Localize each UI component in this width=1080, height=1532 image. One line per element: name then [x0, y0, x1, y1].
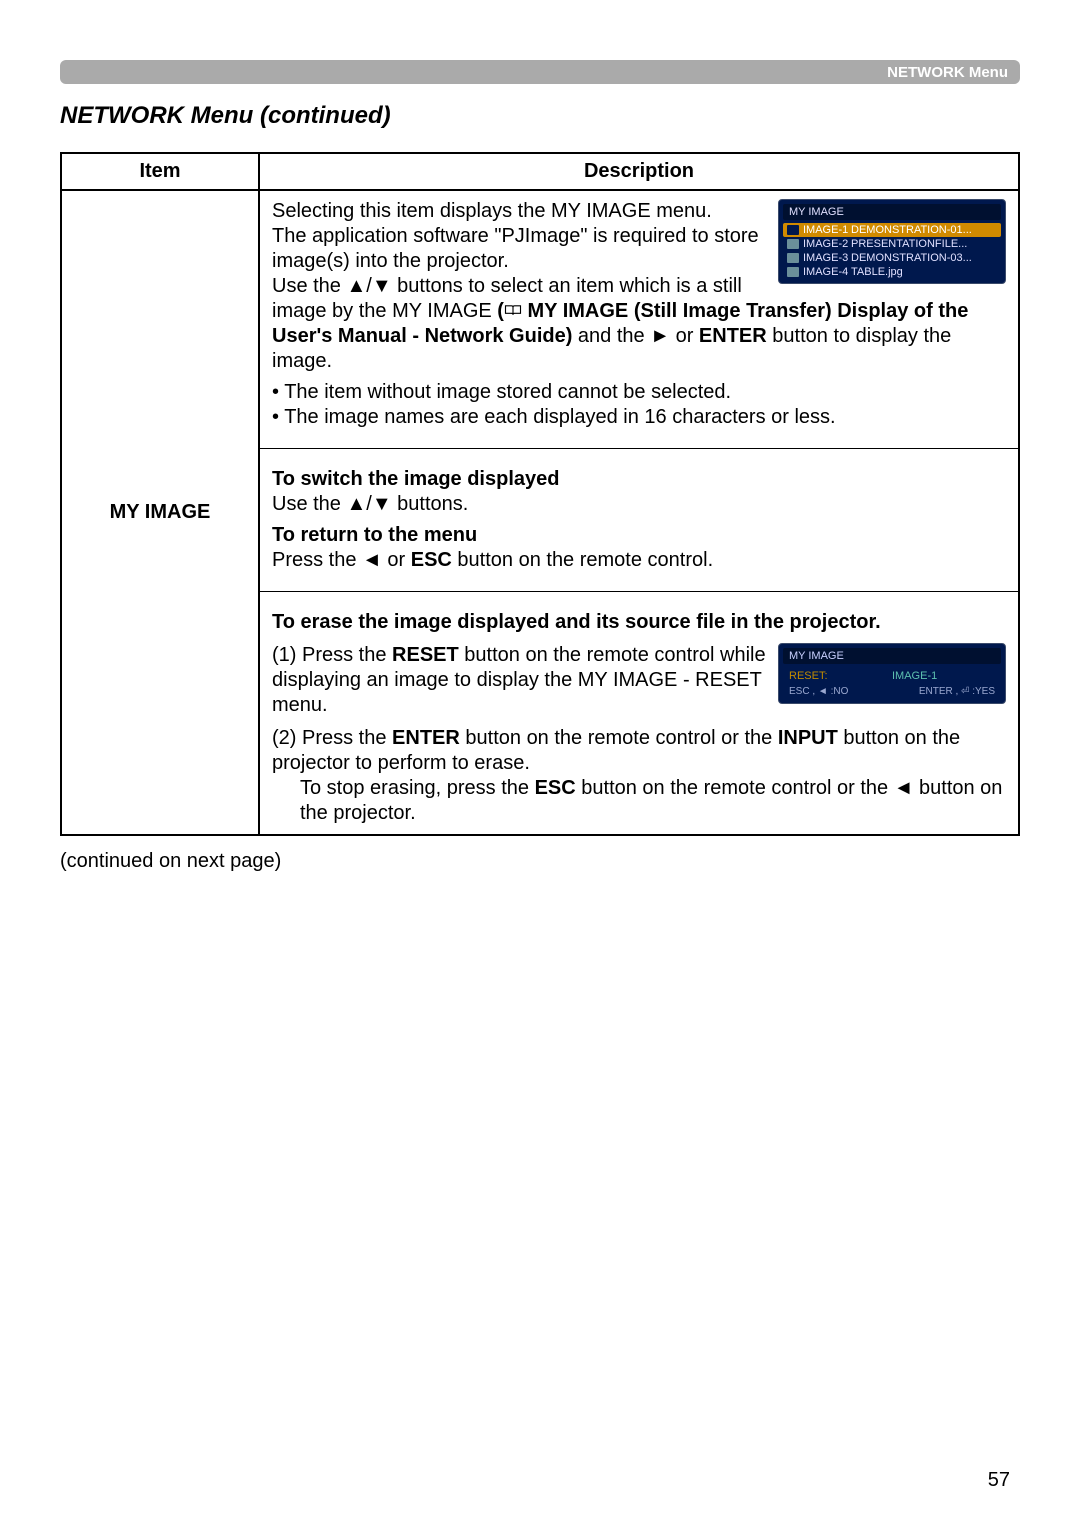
osd-row-left: IMAGE-4 — [803, 266, 848, 278]
description-cell: MY IMAGE IMAGE-1DEMONSTRATION-01...IMAGE… — [259, 190, 1019, 835]
osd-row-2: IMAGE-2PRESENTATIONFILE... — [783, 237, 1001, 251]
s2c: button on the remote control or the — [460, 727, 778, 749]
s2b: ENTER — [392, 727, 460, 749]
osd-reset-menu: MY IMAGE RESET: IMAGE-1 ESC , ◄ :NO ENTE… — [778, 643, 1006, 704]
separator-1 — [260, 448, 1018, 449]
s2f: To stop erasing, press the — [300, 777, 535, 799]
h2c: button on the remote control. — [452, 549, 713, 571]
h2b: ESC — [411, 549, 452, 571]
h2a: Press the ◄ or — [272, 549, 411, 571]
step-1: MY IMAGE RESET: IMAGE-1 ESC , ◄ :NO ENTE… — [272, 643, 1006, 718]
item-cell: MY IMAGE — [61, 190, 259, 835]
s2a: (2) Press the — [272, 727, 392, 749]
image-icon — [787, 253, 799, 263]
osd-row-right: DEMONSTRATION-03... — [851, 252, 997, 264]
h1-body: Use the ▲/▼ buttons. — [272, 492, 1006, 517]
p3e: ENTER — [699, 325, 767, 347]
osd-row-right: PRESENTATIONFILE... — [851, 238, 997, 250]
p3d: and the ► or — [572, 325, 699, 347]
book-icon — [504, 300, 522, 314]
p3b: ( — [497, 300, 504, 322]
osd-row-4: IMAGE-4TABLE.jpg — [783, 265, 1001, 279]
th-description: Description — [259, 153, 1019, 190]
image-icon — [787, 225, 799, 235]
header-tab-label: NETWORK Menu — [887, 64, 1008, 81]
osd-foot-left: ESC , ◄ :NO — [789, 686, 892, 697]
th-item: Item — [61, 153, 259, 190]
separator-2 — [260, 591, 1018, 592]
s1a: (1) Press the — [272, 644, 392, 666]
osd-row-1: IMAGE-1DEMONSTRATION-01... — [783, 223, 1001, 237]
s1b: RESET — [392, 644, 459, 666]
image-icon — [787, 267, 799, 277]
page-number: 57 — [988, 1469, 1010, 1492]
osd-row-3: IMAGE-3DEMONSTRATION-03... — [783, 251, 1001, 265]
bullet-2: • The image names are each displayed in … — [272, 405, 1006, 430]
h2-body: Press the ◄ or ESC button on the remote … — [272, 548, 1006, 573]
osd-reset-label: RESET: — [789, 670, 892, 682]
section-title: NETWORK Menu (continued) — [60, 102, 1020, 130]
osd-foot-right: ENTER , ⏎ :YES — [892, 686, 995, 697]
osd-reset-title: MY IMAGE — [783, 648, 1001, 664]
continued-note: (continued on next page) — [60, 850, 1020, 873]
s2g: ESC — [535, 777, 576, 799]
desc-p3: Use the ▲/▼ buttons to select an item wh… — [272, 274, 1006, 374]
bullet-1: • The item without image stored cannot b… — [272, 380, 1006, 405]
s2d: INPUT — [778, 727, 838, 749]
h2: To return to the menu — [272, 523, 1006, 548]
osd-row-left: IMAGE-2 — [803, 238, 848, 250]
osd-row-left: IMAGE-1 — [803, 224, 848, 236]
main-table: Item Description MY IMAGE MY IMAGE IMAGE… — [60, 152, 1020, 836]
osd-title: MY IMAGE — [783, 204, 1001, 220]
osd-row-right: DEMONSTRATION-01... — [851, 224, 997, 236]
header-bar: NETWORK Menu — [60, 60, 1020, 84]
h3: To erase the image displayed and its sou… — [272, 610, 1006, 635]
image-icon — [787, 239, 799, 249]
step-2: (2) Press the ENTER button on the remote… — [272, 726, 1006, 826]
h1: To switch the image displayed — [272, 467, 1006, 492]
osd-myimage-menu: MY IMAGE IMAGE-1DEMONSTRATION-01...IMAGE… — [778, 199, 1006, 284]
osd-row-right: TABLE.jpg — [851, 266, 997, 278]
osd-reset-value: IMAGE-1 — [892, 670, 995, 682]
osd-row-left: IMAGE-3 — [803, 252, 848, 264]
page: NETWORK Menu NETWORK Menu (continued) It… — [0, 0, 1080, 913]
